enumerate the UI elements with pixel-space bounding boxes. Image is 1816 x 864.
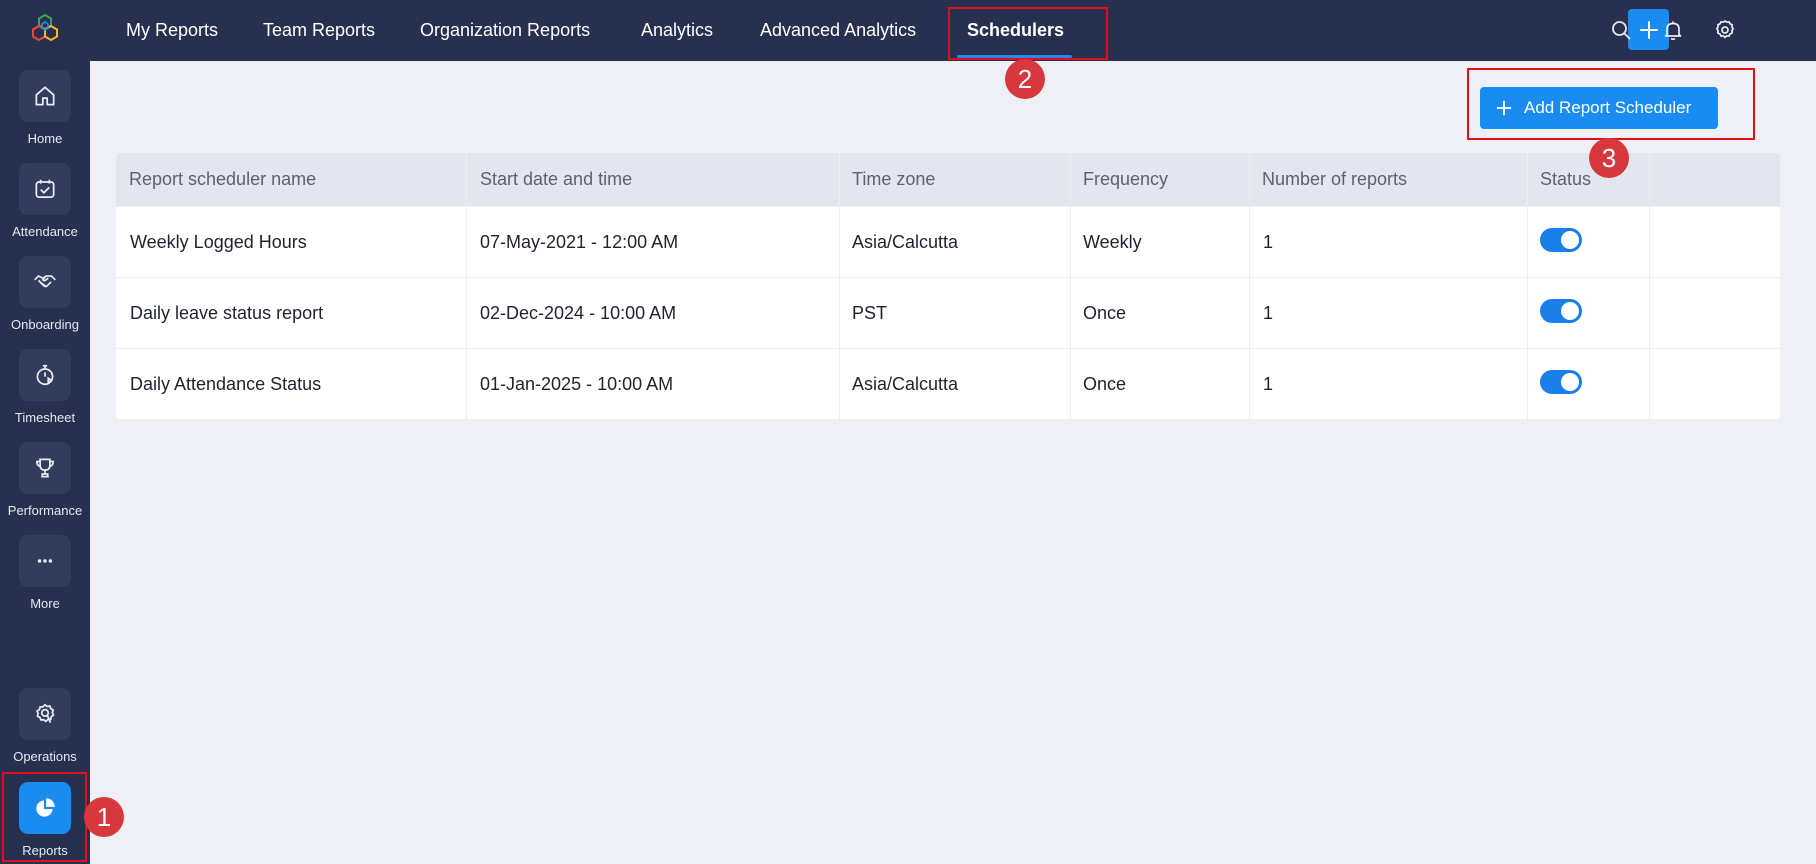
gear-icon[interactable]: [1711, 16, 1739, 44]
column-header-name: Report scheduler name: [129, 169, 317, 189]
schedulers-table: Report scheduler name Start date and tim…: [116, 153, 1780, 419]
sidebar-item-timesheet[interactable]: Timesheet: [0, 349, 90, 437]
status-toggle[interactable]: [1540, 299, 1582, 323]
table-row[interactable]: Weekly Logged Hours 07-May-2021 - 12:00 …: [116, 206, 1780, 277]
column-divider: [1249, 153, 1250, 419]
home-icon: [19, 70, 71, 122]
column-divider: [839, 153, 840, 419]
table-row[interactable]: Daily leave status report 02-Dec-2024 - …: [116, 277, 1780, 348]
app-logo-icon[interactable]: [28, 12, 62, 46]
highlight-box-reports: [2, 772, 87, 862]
trophy-icon: [19, 442, 71, 494]
sidebar-item-label: Onboarding: [11, 317, 79, 332]
table-row[interactable]: Daily Attendance Status 01-Jan-2025 - 10…: [116, 348, 1780, 419]
row-scheduler-name: Daily Attendance Status: [130, 374, 322, 394]
row-start-datetime: 01-Jan-2025 - 10:00 AM: [480, 374, 674, 394]
sidebar-item-label: Operations: [13, 749, 77, 764]
calendar-check-icon: [19, 163, 71, 215]
status-toggle[interactable]: [1540, 228, 1582, 252]
column-divider: [1527, 153, 1528, 419]
row-timezone: Asia/Calcutta: [852, 232, 959, 252]
step-badge-1: 1: [84, 797, 124, 837]
row-report-count: 1: [1263, 303, 1274, 323]
row-timezone: Asia/Calcutta: [852, 374, 959, 394]
row-frequency: Once: [1083, 374, 1127, 394]
column-header-status: Status: [1540, 169, 1592, 189]
sidebar-item-label: More: [30, 596, 60, 611]
handshake-icon: [19, 256, 71, 308]
column-header-start: Start date and time: [480, 169, 633, 189]
row-scheduler-name: Weekly Logged Hours: [130, 232, 307, 252]
column-divider: [1649, 153, 1650, 419]
column-divider: [1070, 153, 1071, 419]
row-scheduler-name: Daily leave status report: [130, 303, 324, 323]
column-divider: [466, 153, 467, 419]
sidebar-item-label: Attendance: [12, 224, 78, 239]
row-frequency: Once: [1083, 303, 1127, 323]
search-icon[interactable]: [1607, 16, 1635, 44]
row-timezone: PST: [852, 303, 888, 323]
plus-icon: [1639, 20, 1658, 39]
sidebar: Home Attendance Onboarding Timesheet Per…: [0, 0, 90, 864]
row-start-datetime: 02-Dec-2024 - 10:00 AM: [480, 303, 677, 323]
tab-organization-reports[interactable]: Organization Reports: [420, 0, 590, 61]
column-header-count: Number of reports: [1262, 169, 1408, 189]
sidebar-item-label: Home: [27, 131, 63, 146]
column-header-frequency: Frequency: [1083, 169, 1169, 189]
tab-my-reports[interactable]: My Reports: [126, 0, 218, 61]
row-report-count: 1: [1263, 232, 1274, 252]
row-start-datetime: 07-May-2021 - 12:00 AM: [480, 232, 679, 252]
row-frequency: Weekly: [1083, 232, 1142, 252]
sidebar-item-more[interactable]: More: [0, 535, 90, 623]
highlight-box-schedulers: [948, 7, 1108, 60]
sidebar-item-home[interactable]: Home: [0, 70, 90, 158]
more-dots-icon: [19, 535, 71, 587]
sidebar-item-label: Performance: [7, 503, 83, 518]
table-header: Report scheduler name Start date and tim…: [116, 153, 1780, 206]
sidebar-item-label: Timesheet: [14, 410, 76, 425]
sidebar-item-attendance[interactable]: Attendance: [0, 163, 90, 251]
tab-advanced-analytics[interactable]: Advanced Analytics: [760, 0, 916, 61]
highlight-box-add-scheduler: [1467, 68, 1755, 140]
stopwatch-icon: [19, 349, 71, 401]
step-badge-3: 3: [1589, 138, 1629, 178]
bell-icon[interactable]: [1659, 16, 1687, 44]
tab-analytics[interactable]: Analytics: [641, 0, 713, 61]
column-header-timezone: Time zone: [852, 169, 936, 189]
sidebar-item-operations[interactable]: Operations: [0, 688, 90, 776]
sidebar-item-performance[interactable]: Performance: [0, 442, 90, 530]
step-badge-2: 2: [1005, 59, 1045, 99]
row-report-count: 1: [1263, 374, 1274, 394]
sidebar-item-onboarding[interactable]: Onboarding: [0, 256, 90, 344]
tab-team-reports[interactable]: Team Reports: [263, 0, 375, 61]
status-toggle[interactable]: [1540, 370, 1582, 394]
operations-icon: [19, 688, 71, 740]
